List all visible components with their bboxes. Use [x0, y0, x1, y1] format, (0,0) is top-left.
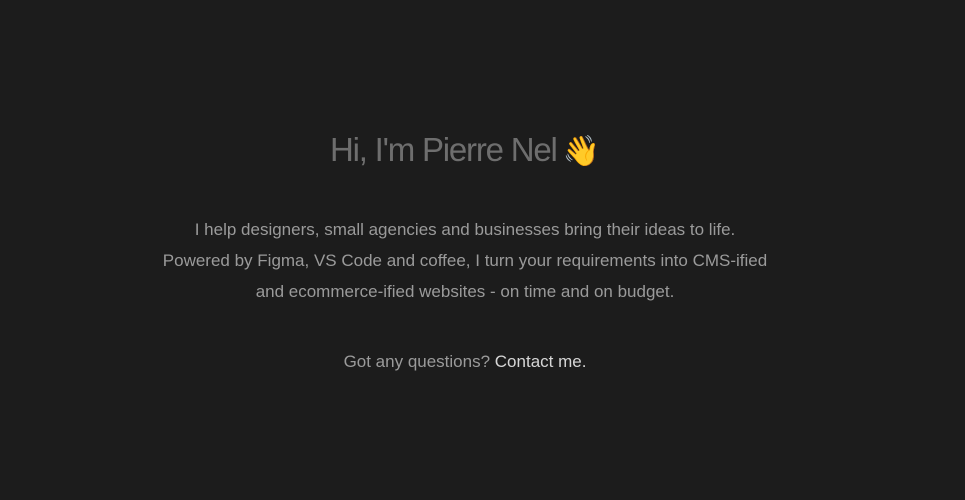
- hero-section: Hi, I'm Pierre Nel 👋 I help designers, sm…: [0, 0, 965, 500]
- waving-hand-icon: 👋: [562, 135, 601, 168]
- intro-line: and ecommerce-ified websites - on time a…: [255, 282, 675, 301]
- intro-line: I help designers, small agencies and bus…: [194, 220, 736, 239]
- intro-paragraph: I help designers, small agencies and bus…: [0, 214, 930, 307]
- page-title: Hi, I'm Pierre Nel 👋: [0, 126, 930, 176]
- page-title-text: Hi, I'm Pierre Nel: [329, 131, 558, 168]
- contact-link[interactable]: Contact me.: [495, 352, 587, 371]
- contact-prefix: Got any questions?: [343, 352, 491, 371]
- contact-prompt: Got any questions? Contact me.: [0, 348, 930, 376]
- intro-line: Powered by Figma, VS Code and coffee, I …: [162, 251, 768, 270]
